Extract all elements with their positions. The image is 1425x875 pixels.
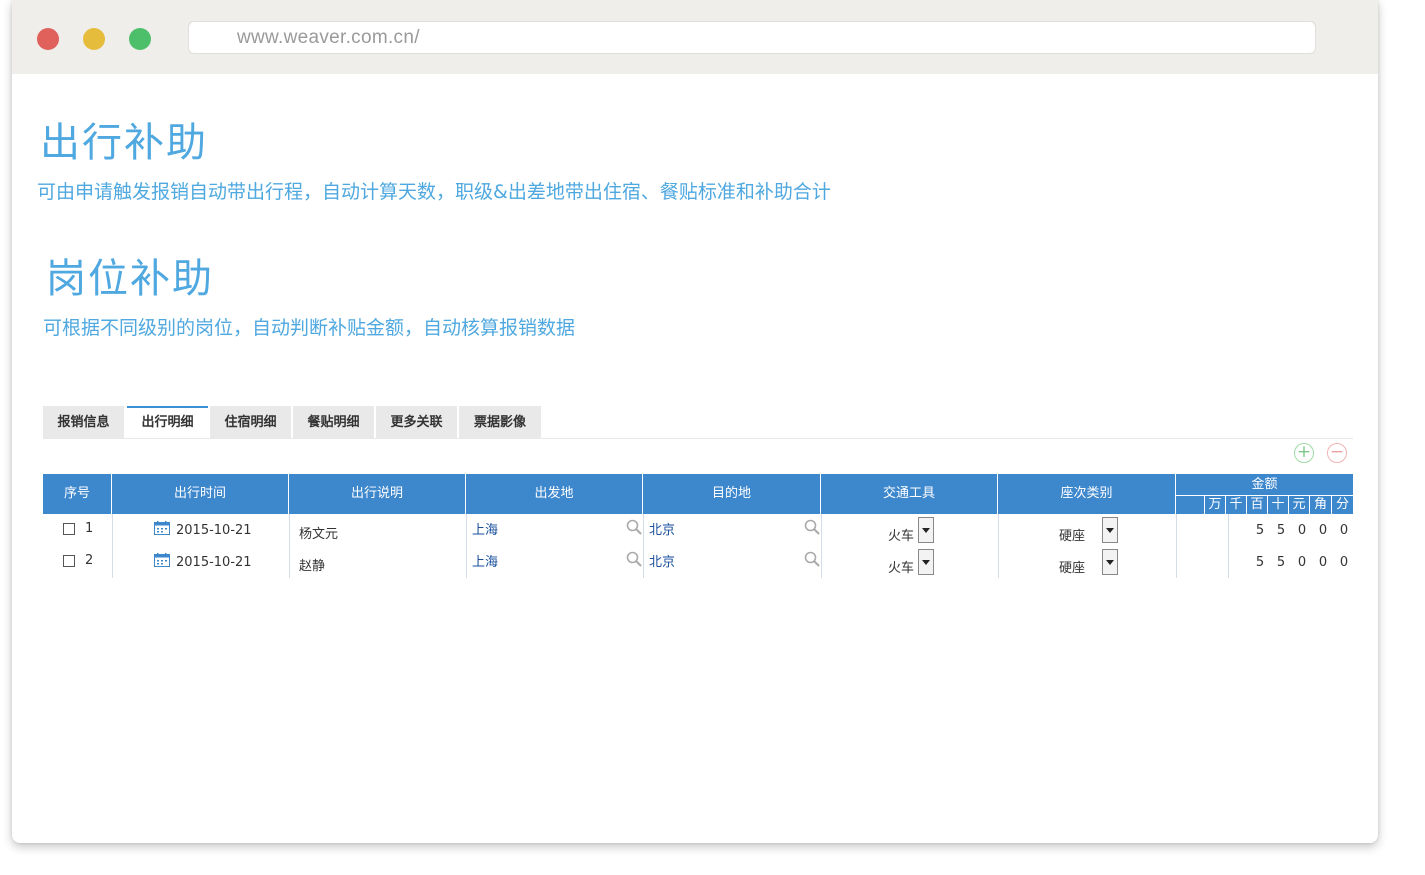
amount-digit-jiao: 0 (1318, 555, 1328, 570)
row-checkbox[interactable] (63, 523, 75, 535)
row-checkbox[interactable] (63, 555, 75, 567)
header-amount: 金额 万 千 百 十 元 角 分 (1176, 474, 1353, 514)
remove-row-button[interactable]: − (1327, 443, 1347, 463)
header-destination: 目的地 (643, 474, 821, 514)
column-divider (643, 514, 644, 578)
seat-dropdown-button[interactable] (1102, 517, 1118, 543)
transport-select-value: 火车 (888, 561, 915, 576)
seat-select-value: 硬座 (1059, 529, 1086, 544)
amount-digit-fen: 0 (1339, 523, 1349, 538)
calendar-icon[interactable] (154, 521, 170, 535)
departure-link[interactable]: 上海 (472, 551, 498, 570)
tab-expense-info[interactable]: 报销信息 (43, 406, 124, 439)
url-text: www.weaver.com.cn/ (237, 27, 420, 48)
seat-select-value: 硬座 (1059, 561, 1086, 576)
search-icon[interactable] (626, 519, 642, 535)
header-unit-yuan: 元 (1288, 496, 1309, 514)
column-divider (1176, 514, 1177, 578)
header-departure: 出发地 (466, 474, 643, 514)
header-seat-class: 座次类别 (998, 474, 1176, 514)
header-unit-jiao: 角 (1309, 496, 1331, 514)
tab-meal-detail[interactable]: 餐贴明细 (293, 406, 374, 439)
row-number: 2 (85, 553, 94, 568)
section-title-travel: 出行补助 (40, 120, 208, 166)
calendar-icon[interactable] (154, 553, 170, 567)
section-title-post: 岗位补助 (46, 256, 214, 302)
amount-digit-fen: 0 (1339, 555, 1349, 570)
amount-digit-yuan: 0 (1297, 523, 1307, 538)
header-travel-time: 出行时间 (112, 474, 289, 514)
close-window-button[interactable] (37, 28, 59, 50)
search-icon[interactable] (626, 551, 642, 567)
amount-digit-shi: 5 (1276, 523, 1286, 538)
amount-digit-yuan: 0 (1297, 555, 1307, 570)
header-unit-qian: 千 (1225, 496, 1246, 514)
maximize-window-button[interactable] (129, 28, 151, 50)
section-desc-post: 可根据不同级别的岗位，自动判断补贴金额，自动核算报销数据 (43, 317, 576, 339)
destination-link[interactable]: 北京 (649, 551, 675, 570)
column-divider (112, 514, 113, 578)
tab-travel-detail[interactable]: 出行明细 (127, 406, 208, 439)
transport-dropdown-button[interactable] (918, 549, 934, 575)
amount-digit-bai: 5 (1255, 523, 1265, 538)
tab-more-links[interactable]: 更多关联 (376, 406, 457, 439)
browser-window: www.weaver.com.cn/ 出行补助 可由申请触发报销自动带出行程，自… (12, 0, 1378, 843)
tab-receipt-images[interactable]: 票据影像 (459, 406, 541, 439)
column-divider (821, 514, 822, 578)
amount-digit-jiao: 0 (1318, 523, 1328, 538)
tab-divider (43, 438, 1353, 439)
search-icon[interactable] (804, 519, 820, 535)
amount-digit-bai: 5 (1255, 555, 1265, 570)
address-bar[interactable]: www.weaver.com.cn/ (188, 21, 1316, 54)
traveler-name: 赵静 (299, 559, 326, 574)
header-travel-note: 出行说明 (289, 474, 466, 514)
minimize-window-button[interactable] (83, 28, 105, 50)
header-amount-title: 金额 (1176, 474, 1353, 496)
traveler-name: 杨文元 (299, 527, 339, 542)
travel-date[interactable]: 2015-10-21 (176, 523, 252, 538)
header-unit-fen: 分 (1331, 496, 1353, 514)
header-unit-bai: 百 (1246, 496, 1267, 514)
browser-titlebar: www.weaver.com.cn/ (12, 0, 1378, 74)
tab-lodging-detail[interactable]: 住宿明细 (210, 406, 291, 439)
column-divider (1228, 514, 1229, 578)
seat-dropdown-button[interactable] (1102, 549, 1118, 575)
row-number: 1 (85, 521, 94, 536)
amount-digit-shi: 5 (1276, 555, 1286, 570)
transport-dropdown-button[interactable] (918, 517, 934, 543)
header-transport: 交通工具 (821, 474, 998, 514)
column-divider (998, 514, 999, 578)
header-unit-shi: 十 (1267, 496, 1288, 514)
departure-link[interactable]: 上海 (472, 519, 498, 538)
column-divider (466, 514, 467, 578)
section-desc-travel: 可由申请触发报销自动带出行程，自动计算天数，职级&出差地带出住宿、餐贴标准和补助… (37, 181, 831, 203)
column-divider (289, 514, 290, 578)
travel-date[interactable]: 2015-10-21 (176, 555, 252, 570)
header-unit-wan: 万 (1204, 496, 1225, 514)
transport-select-value: 火车 (888, 529, 915, 544)
destination-link[interactable]: 北京 (649, 519, 675, 538)
search-icon[interactable] (804, 551, 820, 567)
header-seq: 序号 (43, 474, 112, 514)
add-row-button[interactable]: + (1294, 443, 1314, 463)
table-header: 序号 出行时间 出行说明 出发地 目的地 交通工具 座次类别 (43, 474, 1353, 514)
